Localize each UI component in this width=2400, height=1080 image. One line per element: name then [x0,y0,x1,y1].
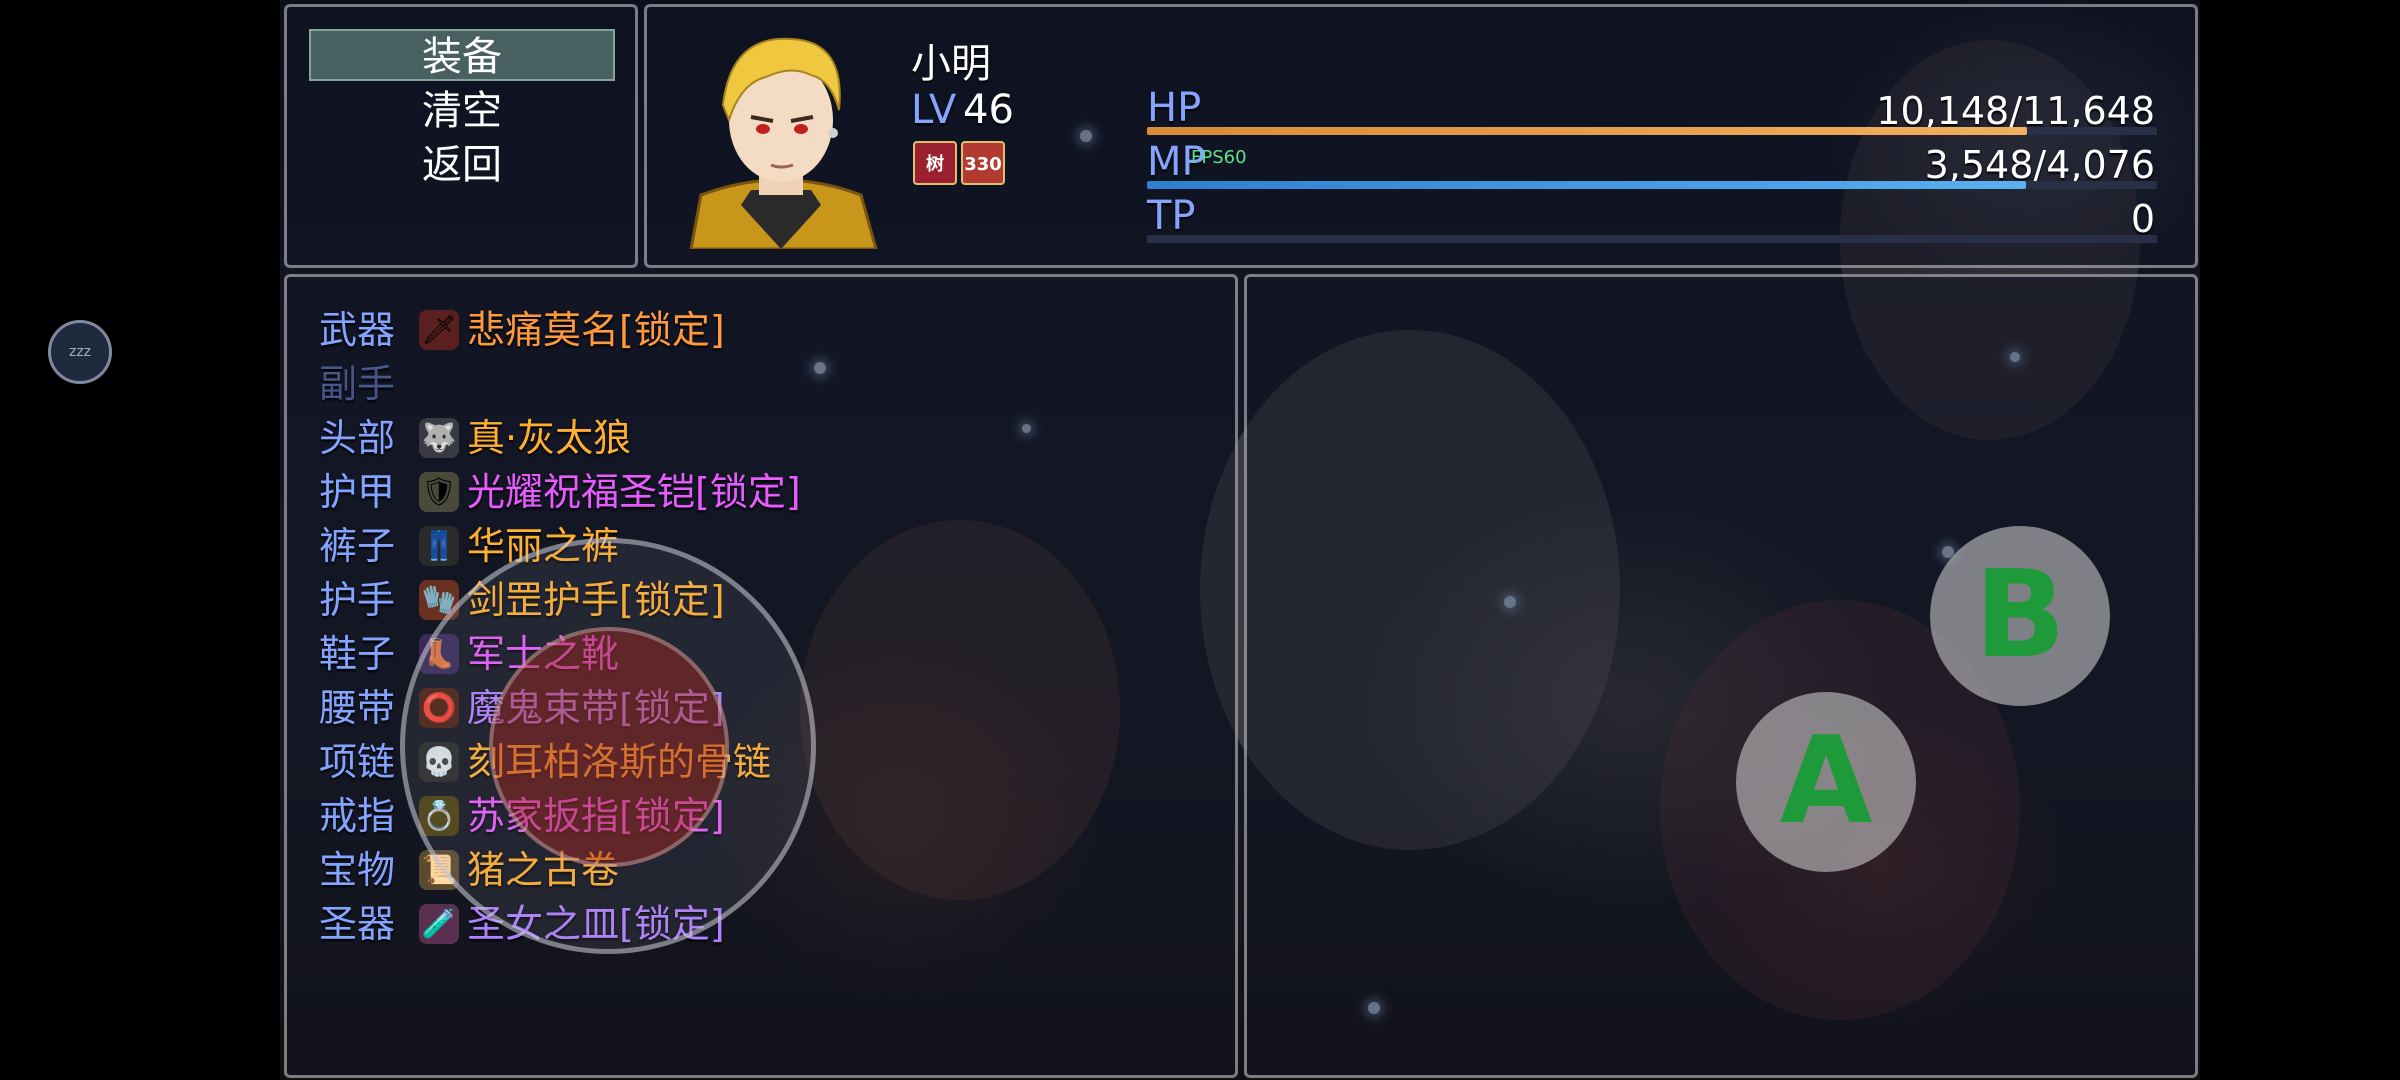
slot-label: 戒指 [319,794,396,838]
level-value: 46 [963,87,1014,133]
slot-label: 武器 [319,308,396,352]
slot-item-name: 光耀祝福圣铠[锁定] [467,470,801,514]
slot-label: 护手 [319,578,396,622]
game-screen: 装备 清空 返回 小明 LV 46 树 330 HP 10,148/11,648… [0,0,2400,1080]
hp-gauge [1147,127,2157,135]
tp-gauge [1147,235,2157,243]
hp-gauge-fill [1147,127,2027,135]
buff-icon: 330 [961,141,1005,185]
stance-icon: 树 [913,141,957,185]
tp-label: TP [1147,193,1196,239]
slot-label: 宝物 [319,848,396,892]
slot-label: 护甲 [319,470,396,514]
joystick-knob[interactable] [489,627,729,867]
command-clear[interactable]: 清空 [309,85,615,137]
slot-label: 鞋子 [319,632,396,676]
potion-icon: 🧪 [419,904,459,944]
sleep-button[interactable]: zzz [48,320,112,384]
pants-icon: 👖 [419,526,459,566]
level-label: LV [911,87,957,133]
actor-name: 小明 [911,41,991,87]
slot-item-name: 悲痛莫名[锁定] [467,308,725,352]
slot-label: 裤子 [319,524,396,568]
command-back[interactable]: 返回 [309,139,615,191]
actor-status-window: 小明 LV 46 树 330 HP 10,148/11,648 MP FPS60… [644,4,2198,268]
mp-gauge [1147,181,2157,189]
actor-portrait [671,25,891,249]
hp-label: HP [1147,85,1202,131]
virtual-joystick[interactable] [400,538,816,954]
command-equip[interactable]: 装备 [309,29,615,81]
slot-label: 头部 [319,416,396,460]
virtual-button-a[interactable]: A [1736,692,1916,872]
slot-item-name: 真·灰太狼 [467,416,632,460]
sword-icon: 🗡 [419,310,459,350]
fps-counter: FPS60 [1191,147,1247,168]
mp-gauge-fill [1147,181,2027,189]
slot-label: 副手 [319,362,396,406]
command-window: 装备 清空 返回 [284,4,638,268]
slot-label: 圣器 [319,902,396,946]
wolf-head-icon: 🐺 [419,418,459,458]
armor-icon: 🛡 [419,472,459,512]
virtual-button-b[interactable]: B [1930,526,2110,706]
